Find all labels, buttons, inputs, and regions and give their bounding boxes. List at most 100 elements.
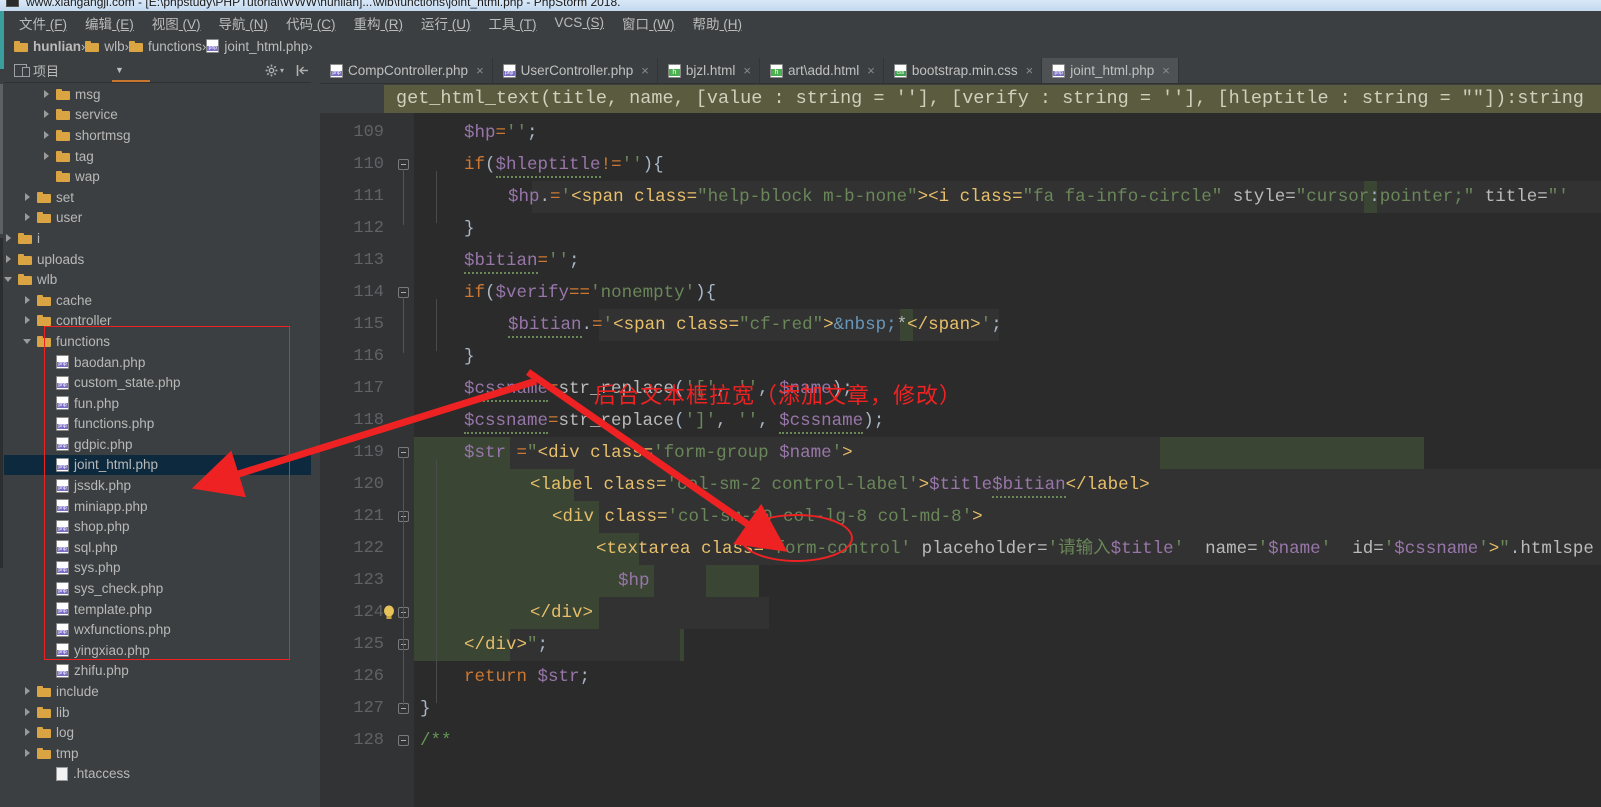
menu-item-t[interactable]: 工具 (T) [480, 11, 546, 35]
code-line[interactable]: } [414, 213, 475, 245]
editor-tab-joint-html-php[interactable]: joint_html.php × [1042, 58, 1179, 83]
editor-fold-column[interactable] [384, 113, 414, 807]
breadcrumb-item-0[interactable]: hunlian [14, 39, 81, 54]
menu-item-v[interactable]: 视图 (V) [143, 11, 210, 35]
tree-node-shop-php[interactable]: shop.php [4, 516, 311, 537]
tree-scrollbar-track[interactable] [0, 238, 3, 568]
chevron-right-icon[interactable] [4, 254, 15, 265]
tree-node-custom-state-php[interactable]: custom_state.php [4, 372, 311, 393]
tree-node-wxfunctions-php[interactable]: wxfunctions.php [4, 619, 311, 640]
tree-node-tag[interactable]: tag [4, 146, 311, 167]
code-line[interactable]: $hp.='<span class="help-block m-b-none">… [414, 181, 1569, 213]
breadcrumb-item-3[interactable]: joint_html.php [206, 39, 308, 54]
tree-node-wlb[interactable]: wlb [4, 269, 311, 290]
tree-node-sys-check-php[interactable]: sys_check.php [4, 578, 311, 599]
code-line[interactable]: <div class='col-sm-10 col-lg-8 col-md-8'… [414, 501, 983, 533]
close-icon[interactable]: × [1026, 63, 1034, 78]
tree-node-baodan-php[interactable]: baodan.php [4, 352, 311, 373]
tree-node-miniapp-php[interactable]: miniapp.php [4, 496, 311, 517]
tree-node-jssdk-php[interactable]: jssdk.php [4, 475, 311, 496]
chevron-right-icon[interactable] [42, 89, 53, 100]
chevron-down-icon[interactable] [4, 274, 15, 285]
editor-tab-usercontroller-php[interactable]: UserController.php × [493, 58, 658, 83]
tree-node--htaccess[interactable]: .htaccess [4, 764, 311, 785]
breadcrumb-item-2[interactable]: functions [128, 39, 202, 54]
close-icon[interactable]: × [641, 63, 649, 78]
code-line[interactable]: </div>"; [414, 629, 548, 661]
chevron-right-icon[interactable] [23, 748, 34, 759]
editor-tab-compcontroller-php[interactable]: CompController.php × [320, 58, 493, 83]
tree-node-controller[interactable]: controller [4, 311, 311, 332]
tree-node-sys-php[interactable]: sys.php [4, 558, 311, 579]
tree-node-sql-php[interactable]: sql.php [4, 537, 311, 558]
code-line[interactable]: $hp=''; [414, 117, 538, 149]
chevron-right-icon[interactable] [42, 130, 53, 141]
menu-item-c[interactable]: 代码 (C) [277, 11, 345, 35]
code-editor[interactable]: get_html_text(title, name, [value : stri… [320, 85, 1601, 807]
collapse-all-icon[interactable] [296, 64, 310, 77]
code-line[interactable]: /** [414, 725, 452, 757]
chevron-right-icon[interactable] [23, 686, 34, 697]
chevron-right-icon[interactable] [23, 295, 34, 306]
code-line[interactable]: <textarea class='form-control' placehold… [414, 533, 1594, 565]
chevron-down-icon[interactable] [23, 336, 34, 347]
code-line[interactable]: if($verify=='nonempty'){ [414, 277, 716, 309]
code-line[interactable]: $str ="<div class='form-group $name'> [414, 437, 853, 469]
tree-node-service[interactable]: service [4, 105, 311, 126]
tree-node-gdpic-php[interactable]: gdpic.php [4, 434, 311, 455]
menu-item-f[interactable]: 文件 (F) [10, 11, 76, 35]
tree-node-user[interactable]: user [4, 208, 311, 229]
panel-divider[interactable] [311, 58, 320, 807]
code-line[interactable]: if($hleptitle!=''){ [414, 149, 664, 181]
tree-node-zhifu-php[interactable]: zhifu.php [4, 661, 311, 682]
tree-node-include[interactable]: include [4, 681, 311, 702]
project-tree[interactable]: msg service shortmsg tag wap set user i uploads w… [4, 84, 311, 807]
chevron-down-icon[interactable]: ▼ [115, 65, 124, 75]
menu-item-r[interactable]: 重构 (R) [345, 11, 413, 35]
tree-node-functions[interactable]: functions [4, 331, 311, 352]
menu-item-w[interactable]: 窗口 (W) [613, 11, 683, 35]
gear-icon[interactable] [265, 64, 278, 77]
tree-node-i[interactable]: i [4, 228, 311, 249]
code-line[interactable]: } [414, 693, 431, 725]
menu-item-e[interactable]: 编辑 (E) [76, 11, 143, 35]
tree-node-tmp[interactable]: tmp [4, 743, 311, 764]
chevron-right-icon[interactable] [23, 212, 34, 223]
code-line[interactable]: $hp [414, 565, 650, 597]
code-line[interactable]: $bitian=''; [414, 245, 580, 277]
tree-node-msg[interactable]: msg [4, 84, 311, 105]
chevron-right-icon[interactable] [42, 151, 53, 162]
close-icon[interactable]: × [867, 63, 875, 78]
tree-node-cache[interactable]: cache [4, 290, 311, 311]
tree-node-fun-php[interactable]: fun.php [4, 393, 311, 414]
tree-node-set[interactable]: set [4, 187, 311, 208]
code-line[interactable]: </div> [414, 597, 593, 629]
tree-node-functions-php[interactable]: functions.php [4, 414, 311, 435]
tree-scrollbar-thumb[interactable] [0, 84, 3, 234]
tree-node-shortmsg[interactable]: shortmsg [4, 125, 311, 146]
tree-node-template-php[interactable]: template.php [4, 599, 311, 620]
chevron-right-icon[interactable] [4, 233, 15, 244]
code-line[interactable]: <label class='col-sm-2 control-label'>$t… [414, 469, 1150, 501]
editor-tab-bjzl-html[interactable]: bjzl.html × [658, 58, 760, 83]
code-line[interactable]: $bitian.='<span class="cf-red">&nbsp;*</… [414, 309, 1002, 341]
editor-tab-bootstrap-min-css[interactable]: bootstrap.min.css × [884, 58, 1043, 83]
tree-node-lib[interactable]: lib [4, 702, 311, 723]
tree-node-log[interactable]: log [4, 722, 311, 743]
intention-bulb-icon[interactable] [382, 605, 396, 624]
tree-node-yingxiao-php[interactable]: yingxiao.php [4, 640, 311, 661]
editor-tab-art-add-html[interactable]: art\add.html × [760, 58, 884, 83]
close-icon[interactable]: × [476, 63, 484, 78]
close-icon[interactable]: × [1162, 63, 1170, 78]
editor-code-area[interactable]: $hp=''; if($hleptitle!=''){$hp.='<span cl… [414, 113, 1601, 807]
menu-item-h[interactable]: 帮助 (H) [684, 11, 752, 35]
chevron-right-icon[interactable] [23, 192, 34, 203]
chevron-right-icon[interactable] [23, 315, 34, 326]
tree-node-wap[interactable]: wap [4, 166, 311, 187]
menu-item-n[interactable]: 导航 (N) [210, 11, 278, 35]
menu-item-u[interactable]: 运行 (U) [412, 11, 480, 35]
editor-gutter[interactable]: 109 110 111 112 113 114 115 116 117 118 119 120 121 1… [320, 113, 390, 807]
breadcrumb-item-1[interactable]: wlb [85, 39, 125, 54]
close-icon[interactable]: × [743, 63, 751, 78]
tree-node-uploads[interactable]: uploads [4, 249, 311, 270]
